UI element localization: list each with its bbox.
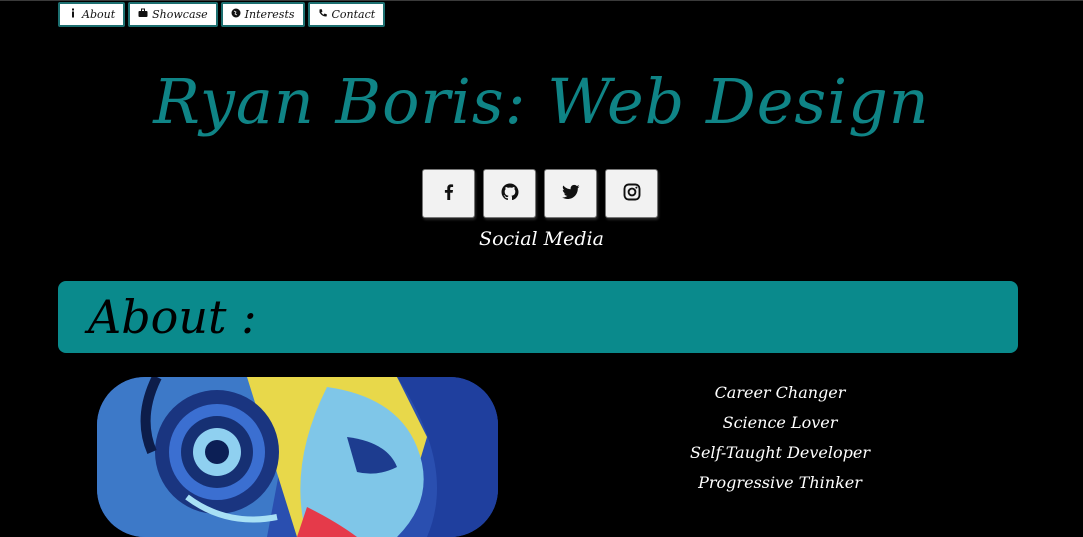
trait-item: Science Lover bbox=[722, 413, 838, 432]
github-button[interactable] bbox=[483, 169, 536, 218]
nav-showcase-button[interactable]: Showcase bbox=[128, 2, 218, 27]
instagram-button[interactable] bbox=[605, 169, 658, 218]
twitter-icon bbox=[561, 182, 581, 206]
nav-contact-button[interactable]: Contact bbox=[307, 2, 386, 27]
nav-interests-label: Interests bbox=[244, 8, 295, 21]
trait-item: Career Changer bbox=[714, 383, 846, 402]
github-icon bbox=[500, 182, 520, 206]
nav-about-button[interactable]: About bbox=[58, 2, 126, 27]
nav-interests-button[interactable]: Interests bbox=[220, 2, 305, 27]
trait-item: Progressive Thinker bbox=[698, 473, 862, 492]
about-heading: About : bbox=[88, 290, 257, 344]
top-nav: About Showcase Interests Contact bbox=[58, 2, 386, 27]
twitter-button[interactable] bbox=[544, 169, 597, 218]
trait-item: Self-Taught Developer bbox=[690, 443, 870, 462]
about-section-header: About : bbox=[58, 281, 1018, 353]
traits-list: Career Changer Science Lover Self-Taught… bbox=[630, 378, 930, 498]
site-title: Ryan Boris: Web Design bbox=[153, 65, 930, 138]
nav-showcase-label: Showcase bbox=[152, 8, 208, 21]
facebook-icon bbox=[439, 182, 459, 206]
phone-icon bbox=[318, 8, 328, 21]
briefcase-icon bbox=[138, 8, 148, 21]
social-media-label: Social Media bbox=[479, 228, 604, 250]
instagram-icon bbox=[622, 182, 642, 206]
nav-contact-label: Contact bbox=[331, 8, 376, 21]
profile-artwork bbox=[97, 377, 498, 537]
facebook-button[interactable] bbox=[422, 169, 475, 218]
globe-icon bbox=[231, 8, 241, 21]
info-icon bbox=[68, 8, 78, 21]
social-buttons bbox=[422, 169, 658, 218]
nav-about-label: About bbox=[82, 8, 116, 21]
top-border bbox=[0, 0, 1083, 1]
